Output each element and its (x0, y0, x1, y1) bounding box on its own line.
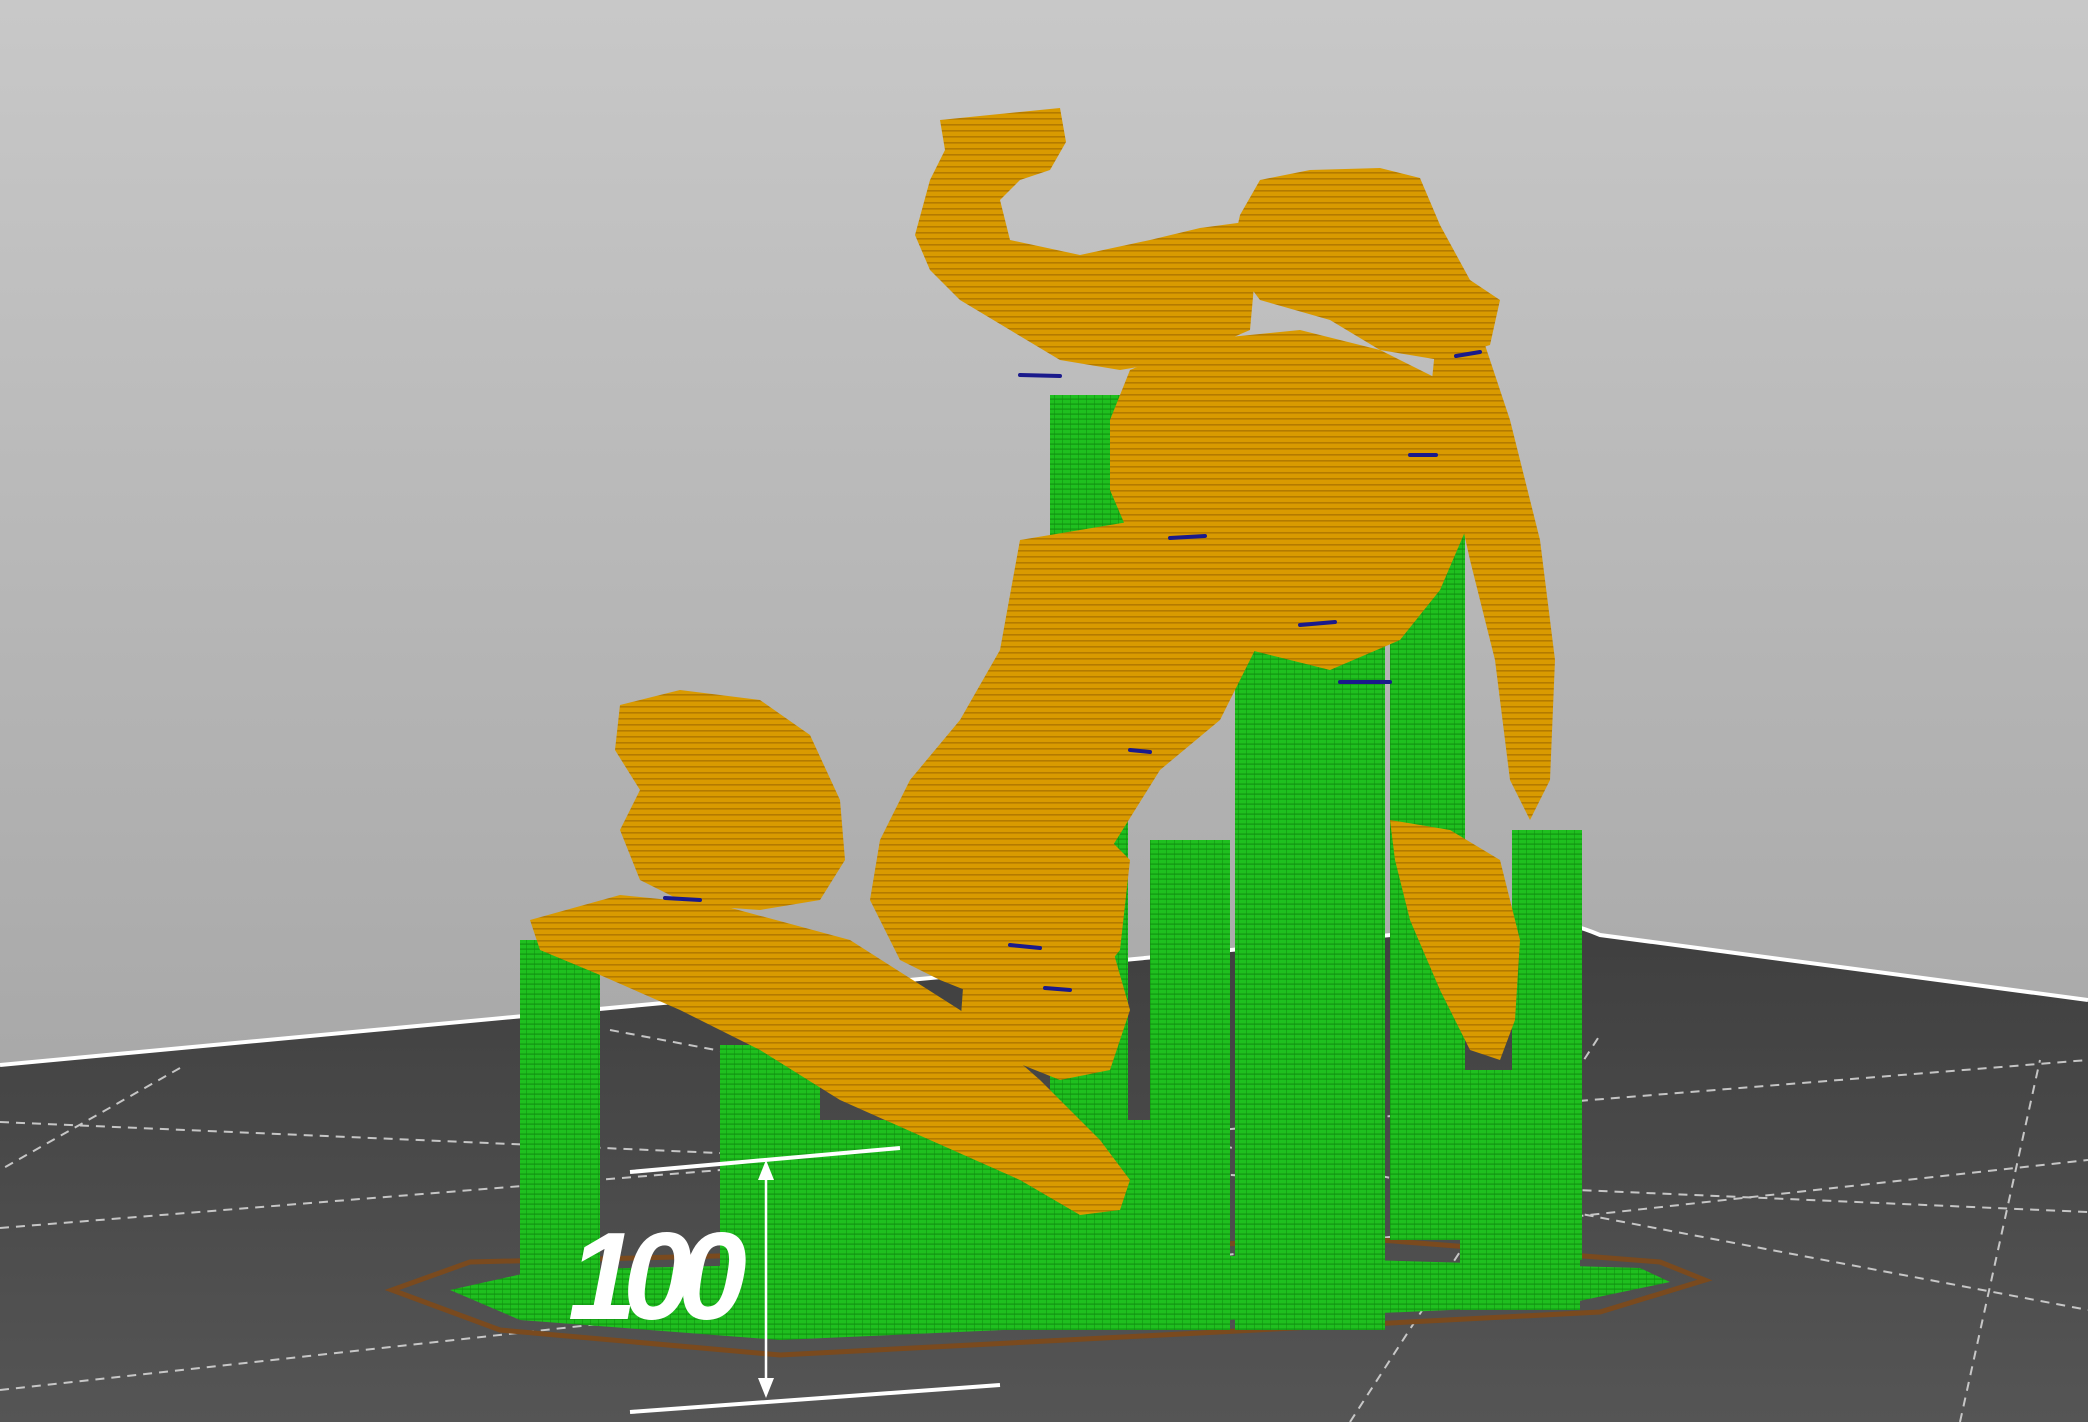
scene-canvas[interactable] (0, 0, 2088, 1422)
3d-viewport[interactable]: 100 (0, 0, 2088, 1422)
height-dimension-label: 100 (568, 1208, 747, 1346)
